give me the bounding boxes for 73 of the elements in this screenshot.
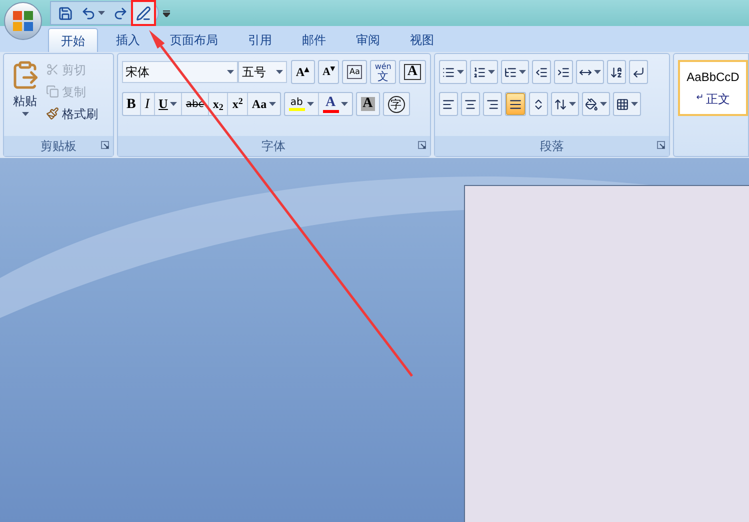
paragraph-button[interactable] — [506, 93, 525, 115]
align-right-icon — [486, 98, 499, 110]
customize-toolbar-icon[interactable] — [163, 10, 170, 16]
dialog-launcher-icon[interactable] — [657, 141, 665, 149]
font-format-button[interactable]: A — [318, 93, 352, 115]
return-arrow-icon — [632, 66, 645, 78]
paintbrush-icon — [46, 107, 59, 120]
paste-button[interactable]: 粘贴 — [8, 60, 42, 123]
font-format-button[interactable]: A$^{▾}$ — [318, 61, 338, 83]
line-spacing-icon — [554, 98, 567, 110]
indent-icon — [556, 66, 570, 78]
font-size-field[interactable]: 五号 — [238, 61, 287, 83]
caret-icon[interactable] — [456, 70, 464, 74]
office-logo-icon — [12, 10, 34, 32]
outdent-icon — [534, 66, 548, 78]
align-left-icon — [442, 98, 455, 110]
caret-icon[interactable] — [226, 70, 234, 74]
caret-icon[interactable] — [488, 70, 495, 74]
font-format-button[interactable]: x$^{2}$ — [228, 93, 248, 115]
caret-icon[interactable] — [268, 102, 276, 106]
font-format-button[interactable]: A$^{▴}$ — [292, 61, 314, 83]
font-name-field[interactable]: 宋体 — [122, 61, 238, 83]
ribbon-tab[interactable]: 引用 — [236, 28, 284, 52]
ribbon-tab[interactable]: 插入 — [104, 28, 152, 52]
sort-icon — [610, 66, 623, 78]
paint-bucket-icon — [584, 98, 598, 110]
clipboard-button[interactable]: 格式刷 — [46, 104, 98, 123]
font-format-button[interactable]: Aa — [343, 61, 366, 83]
font-format-button[interactable]: B — [122, 93, 141, 115]
font-format-button[interactable]: x$_{2}$ — [208, 93, 228, 115]
font-format-button[interactable]: ab — [284, 93, 319, 115]
caret-icon[interactable] — [568, 102, 576, 106]
save-icon — [58, 6, 73, 20]
caret-icon[interactable] — [600, 102, 607, 106]
group-title: 段落 — [540, 138, 564, 155]
grid-icon — [616, 98, 629, 110]
scissors-icon — [46, 63, 59, 76]
align-justify-icon — [508, 98, 522, 110]
ribbon-tab[interactable]: 视图 — [398, 28, 446, 52]
ribbon-tab[interactable]: 开始 — [48, 28, 98, 52]
dialog-launcher-icon[interactable] — [418, 141, 426, 149]
group-title: 剪贴板 — [40, 138, 76, 155]
font-format-button[interactable]: wén 文 — [370, 61, 396, 83]
caret-icon[interactable] — [170, 102, 177, 106]
align-center-icon — [464, 98, 477, 110]
caret-icon[interactable] — [306, 102, 314, 106]
font-format-button[interactable]: Aa — [248, 93, 280, 115]
caret-icon[interactable] — [594, 70, 601, 74]
caret-icon[interactable] — [98, 11, 105, 15]
undo-icon — [81, 6, 96, 20]
group-title: 字体 — [262, 138, 286, 155]
ribbon-tab[interactable]: 页面布局 — [158, 28, 230, 52]
font-format-button[interactable]: I — [140, 93, 155, 115]
caret-icon[interactable] — [630, 102, 638, 106]
copy-icon — [46, 85, 59, 98]
font-format-button[interactable]: abc — [182, 93, 209, 115]
font-format-button[interactable]: U — [154, 93, 182, 115]
font-format-button[interactable]: A — [400, 61, 425, 83]
redo-icon — [113, 6, 128, 20]
multilevel-list-icon — [504, 66, 517, 78]
ribbon-tab[interactable]: 邮件 — [290, 28, 338, 52]
caret-icon[interactable] — [276, 70, 283, 74]
numbered-list-icon — [472, 66, 486, 78]
dialog-launcher-icon[interactable] — [100, 141, 109, 149]
bullet-list-icon — [442, 66, 455, 78]
caret-icon[interactable] — [518, 70, 526, 74]
caret-icon[interactable] — [22, 112, 28, 116]
font-format-button[interactable]: A — [356, 93, 379, 115]
toolbar-button[interactable] — [133, 2, 154, 24]
ribbon-tab[interactable]: 审阅 — [344, 28, 392, 52]
pen-icon — [136, 6, 151, 20]
style-gallery-item[interactable]: AaBbCcD ↵ 正文 — [678, 60, 748, 116]
caret-icon[interactable] — [340, 102, 348, 106]
